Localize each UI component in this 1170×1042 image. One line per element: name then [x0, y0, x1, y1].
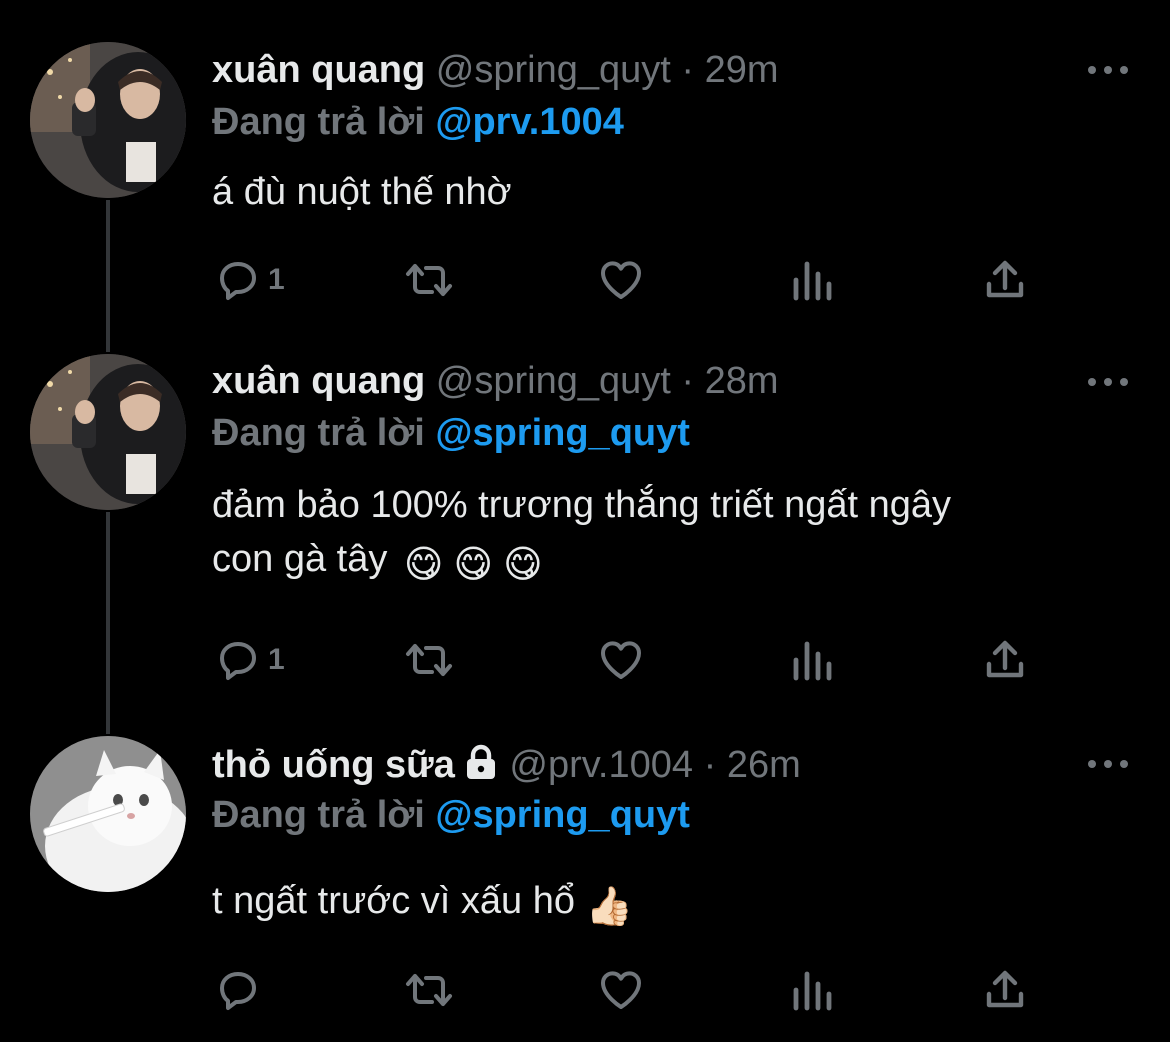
- replying-to-label: Đang trả lời: [212, 101, 425, 143]
- yum-emoji: 😋: [503, 544, 543, 586]
- like-button[interactable]: [596, 966, 646, 1014]
- separator: ·: [681, 49, 695, 91]
- username[interactable]: @spring_quyt: [436, 49, 671, 91]
- tweet-header: thỏ uống sữa @prv.1004 · 26m: [212, 742, 801, 791]
- username[interactable]: @prv.1004: [509, 744, 693, 786]
- analytics-icon: [790, 258, 834, 302]
- replying-to-handle[interactable]: @prv.1004: [435, 101, 623, 143]
- username[interactable]: @spring_quyt: [436, 360, 671, 402]
- more-icon[interactable]: [1088, 757, 1128, 771]
- display-name[interactable]: xuân quang: [212, 360, 425, 402]
- lock-icon: [463, 744, 499, 791]
- timestamp[interactable]: 29m: [705, 49, 779, 91]
- analytics-icon: [790, 638, 834, 682]
- replying-to-handle[interactable]: @spring_quyt: [435, 794, 690, 836]
- thread-line: [106, 512, 110, 734]
- tweet-text: đảm bảo 100% trương thắng triết ngất ngâ…: [212, 478, 1132, 592]
- replying-to: Đang trả lời @prv.1004: [212, 99, 624, 145]
- replying-to-label: Đang trả lời: [212, 412, 425, 454]
- more-icon[interactable]: [1088, 63, 1128, 77]
- tweet-text-line: con gà tây 😋 😋 😋: [212, 532, 1132, 592]
- replying-to: Đang trả lời @spring_quyt: [212, 410, 690, 456]
- analytics-button[interactable]: [790, 968, 834, 1012]
- thumbs-up-emoji: 👍🏻: [585, 886, 633, 928]
- replying-to: Đang trả lời @spring_quyt: [212, 792, 690, 838]
- like-button[interactable]: [596, 256, 646, 304]
- tweet-text-content: á đù nuột thế nhờ: [212, 171, 512, 213]
- tweet-header: xuân quang @spring_quyt · 28m: [212, 358, 779, 404]
- display-name[interactable]: xuân quang: [212, 49, 425, 91]
- display-name[interactable]: thỏ uống sữa: [212, 744, 455, 786]
- thread-line: [106, 200, 110, 352]
- share-button[interactable]: [982, 966, 1028, 1014]
- reply-icon: [214, 966, 262, 1014]
- retweet-icon: [402, 636, 456, 684]
- like-icon: [596, 636, 646, 684]
- separator: ·: [681, 360, 695, 402]
- retweet-icon: [402, 256, 456, 304]
- reply-icon: [214, 636, 262, 684]
- analytics-icon: [790, 968, 834, 1012]
- share-icon: [982, 636, 1028, 684]
- retweet-button[interactable]: [402, 256, 456, 304]
- reply-icon: [214, 256, 262, 304]
- replying-to-label: Đang trả lời: [212, 794, 425, 836]
- analytics-button[interactable]: [790, 638, 834, 682]
- retweet-button[interactable]: [402, 636, 456, 684]
- yum-emoji: 😋: [403, 544, 444, 586]
- share-icon: [982, 966, 1028, 1014]
- share-button[interactable]: [982, 636, 1028, 684]
- replying-to-handle[interactable]: @spring_quyt: [435, 412, 690, 454]
- timestamp[interactable]: 28m: [705, 360, 779, 402]
- like-button[interactable]: [596, 636, 646, 684]
- share-icon: [982, 256, 1028, 304]
- tweet-text: t ngất trước vì xấu hổ 👍🏻: [212, 874, 1132, 934]
- reply-button[interactable]: [214, 966, 262, 1014]
- like-icon: [596, 256, 646, 304]
- avatar[interactable]: [30, 354, 186, 510]
- reply-count: 1: [268, 263, 285, 296]
- more-icon[interactable]: [1088, 375, 1128, 389]
- tweet-text-content: con gà tây: [212, 538, 388, 580]
- yum-emoji: 😋: [453, 544, 494, 586]
- separator: ·: [703, 744, 717, 786]
- reply-count: 1: [268, 643, 285, 676]
- retweet-icon: [402, 966, 456, 1014]
- like-icon: [596, 966, 646, 1014]
- avatar[interactable]: [30, 42, 186, 198]
- tweet-text-content: t ngất trước vì xấu hổ: [212, 880, 575, 922]
- analytics-button[interactable]: [790, 258, 834, 302]
- retweet-button[interactable]: [402, 966, 456, 1014]
- avatar[interactable]: [30, 736, 186, 892]
- tweet-text-line: đảm bảo 100% trương thắng triết ngất ngâ…: [212, 484, 952, 526]
- timestamp[interactable]: 26m: [727, 744, 801, 786]
- tweet-text: á đù nuột thế nhờ: [212, 165, 1132, 219]
- tweet-header: xuân quang @spring_quyt · 29m: [212, 47, 779, 93]
- reply-button[interactable]: 1: [214, 256, 285, 304]
- share-button[interactable]: [982, 256, 1028, 304]
- reply-button[interactable]: 1: [214, 636, 285, 684]
